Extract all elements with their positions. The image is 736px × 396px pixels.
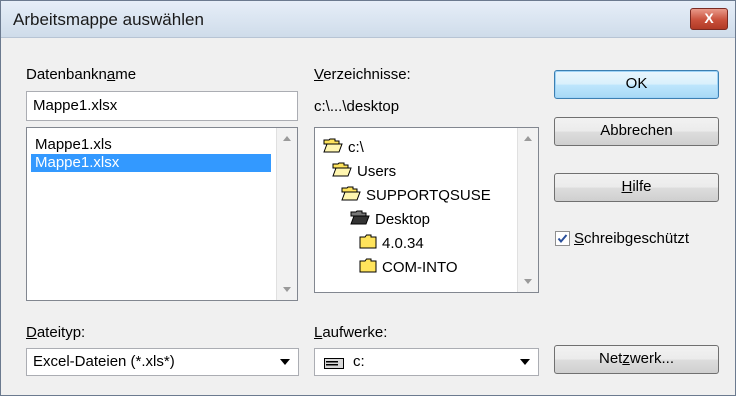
file-list-item[interactable]: Mappe1.xlsx — [31, 154, 271, 172]
scroll-down-icon[interactable] — [524, 279, 532, 284]
directory-item[interactable]: SUPPORTQSUSE — [341, 186, 491, 208]
window-title: Arbeitsmappe auswählen — [13, 10, 204, 29]
chevron-down-icon[interactable] — [280, 359, 290, 365]
current-path: c:\...\desktop — [314, 98, 400, 115]
dialog-window: Arbeitsmappe auswählen X Datenbankname M… — [0, 0, 736, 396]
drive-select[interactable]: c: — [314, 348, 539, 376]
scroll-up-icon[interactable] — [524, 136, 532, 141]
database-name-label: Datenbankname — [26, 66, 137, 83]
file-type-label: Dateityp: — [26, 324, 86, 341]
directory-item-label[interactable]: Desktop — [375, 211, 430, 228]
title-bar: Arbeitsmappe auswählen X — [1, 1, 735, 38]
directory-item-label[interactable]: c:\ — [348, 139, 364, 156]
database-name-value[interactable]: Mappe1.xlsx — [33, 97, 117, 114]
directory-item-label[interactable]: Users — [357, 163, 396, 180]
directory-item-label[interactable]: 4.0.34 — [382, 235, 424, 252]
open-folder-icon — [332, 162, 352, 181]
file-type-value[interactable]: Excel-Dateien (*.xls*) — [33, 353, 175, 370]
drives-label: Laufwerke: — [314, 324, 388, 341]
database-name-input[interactable]: Mappe1.xlsx — [26, 91, 298, 121]
readonly-checkbox[interactable] — [555, 231, 570, 246]
file-list-scrollbar[interactable] — [276, 128, 297, 300]
directory-item-label[interactable]: SUPPORTQSUSE — [366, 187, 491, 204]
scroll-up-icon[interactable] — [283, 136, 291, 141]
readonly-label[interactable]: Schreibgeschützt — [574, 230, 689, 247]
ok-button[interactable]: OK — [554, 70, 719, 99]
directory-tree[interactable]: c:\ Users SUPPORTQSUSE Desktop 4.0.34 COM-INT… — [314, 127, 539, 293]
directory-item[interactable]: 4.0.34 — [359, 234, 424, 256]
chevron-down-icon[interactable] — [520, 359, 530, 365]
directory-scrollbar[interactable] — [517, 128, 538, 292]
file-type-select[interactable]: Excel-Dateien (*.xls*) — [26, 348, 299, 376]
close-icon[interactable]: X — [704, 10, 713, 26]
open-folder-icon — [341, 186, 361, 205]
folder-icon — [359, 234, 377, 253]
file-list[interactable]: Mappe1.xls Mappe1.xlsx — [26, 127, 298, 301]
drive-icon — [324, 356, 344, 373]
network-button[interactable]: Netzwerk... — [554, 345, 719, 374]
open-folder-icon — [323, 138, 343, 157]
file-list-item[interactable]: Mappe1.xls — [31, 136, 271, 154]
open-folder-dark-icon — [350, 210, 370, 229]
help-button[interactable]: Hilfe — [554, 173, 719, 202]
directory-item[interactable]: COM-INTO — [359, 258, 458, 280]
cancel-button[interactable]: Abbrechen — [554, 117, 719, 146]
directory-item-label[interactable]: COM-INTO — [382, 259, 458, 276]
directory-item[interactable]: Users — [332, 162, 396, 184]
directory-item[interactable]: Desktop — [350, 210, 430, 232]
folder-icon — [359, 258, 377, 277]
drive-value[interactable]: c: — [353, 353, 365, 370]
close-button[interactable]: X — [690, 8, 728, 30]
checkmark-icon — [557, 234, 568, 244]
directory-item[interactable]: c:\ — [323, 138, 364, 160]
scroll-down-icon[interactable] — [283, 287, 291, 292]
directories-label: Verzeichnisse: — [314, 66, 411, 83]
